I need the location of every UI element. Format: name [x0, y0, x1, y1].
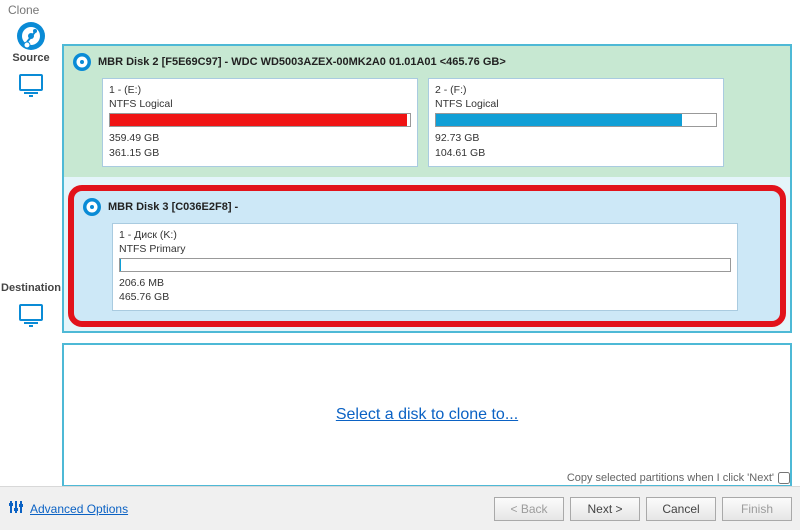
partition-total: 361.15 GB: [109, 146, 411, 160]
disk-item-2[interactable]: MBR Disk 2 [F5E69C97] - WDC WD5003AZEX-0…: [64, 46, 790, 177]
disk-2-header: MBR Disk 2 [F5E69C97] - WDC WD5003AZEX-0…: [98, 56, 506, 68]
copy-on-next-label: Copy selected partitions when I click 'N…: [567, 472, 774, 484]
partition-number: 1 - (E:): [109, 83, 411, 97]
copy-on-next-checkbox[interactable]: [778, 472, 790, 484]
cancel-button[interactable]: Cancel: [646, 497, 716, 521]
partition-number: 1 - Диск (K:): [119, 228, 731, 242]
partition-e[interactable]: 1 - (E:) NTFS Logical 359.49 GB 361.15 G…: [102, 78, 418, 167]
partition-total: 104.61 GB: [435, 146, 717, 160]
select-destination-link[interactable]: Select a disk to clone to...: [336, 406, 518, 424]
partition-fs: NTFS Primary: [119, 242, 731, 256]
disk-icon: [82, 197, 102, 217]
sliders-icon: [8, 499, 24, 518]
partition-k[interactable]: 1 - Диск (K:) NTFS Primary 206.6 MB 465.…: [112, 223, 738, 312]
partition-fs: NTFS Logical: [435, 97, 717, 111]
finish-button[interactable]: Finish: [722, 497, 792, 521]
partition-used: 92.73 GB: [435, 131, 717, 145]
partition-fs: NTFS Logical: [109, 97, 411, 111]
partition-f[interactable]: 2 - (F:) NTFS Logical 92.73 GB 104.61 GB: [428, 78, 724, 167]
destination-computer-icon[interactable]: [0, 302, 62, 331]
back-button[interactable]: < Back: [494, 497, 564, 521]
copy-on-next-option[interactable]: Copy selected partitions when I click 'N…: [567, 472, 790, 484]
destination-label: Destination: [0, 282, 62, 294]
source-disk-list: MBR Disk 2 [F5E69C97] - WDC WD5003AZEX-0…: [62, 44, 792, 333]
footer-bar: Advanced Options < Back Next > Cancel Fi…: [0, 486, 800, 530]
disk-source-icon: [15, 20, 47, 52]
disk-3-header: MBR Disk 3 [C036E2F8] -: [108, 201, 238, 213]
usage-bar: [119, 258, 731, 272]
next-button[interactable]: Next >: [570, 497, 640, 521]
advanced-options-link[interactable]: Advanced Options: [8, 499, 128, 518]
partition-used: 206.6 MB: [119, 276, 731, 290]
advanced-options-label: Advanced Options: [30, 502, 128, 516]
source-computer-icon[interactable]: [0, 72, 62, 101]
disk-item-3-selected[interactable]: MBR Disk 3 [C036E2F8] - 1 - Диск (K:) NT…: [68, 185, 786, 328]
window-title: Clone: [8, 3, 39, 17]
source-label: Source: [0, 52, 62, 64]
usage-bar: [109, 113, 411, 127]
disk-icon: [72, 52, 92, 72]
partition-total: 465.76 GB: [119, 290, 731, 304]
partition-used: 359.49 GB: [109, 131, 411, 145]
usage-bar: [435, 113, 717, 127]
partition-number: 2 - (F:): [435, 83, 717, 97]
destination-panel: Select a disk to clone to...: [62, 343, 792, 487]
